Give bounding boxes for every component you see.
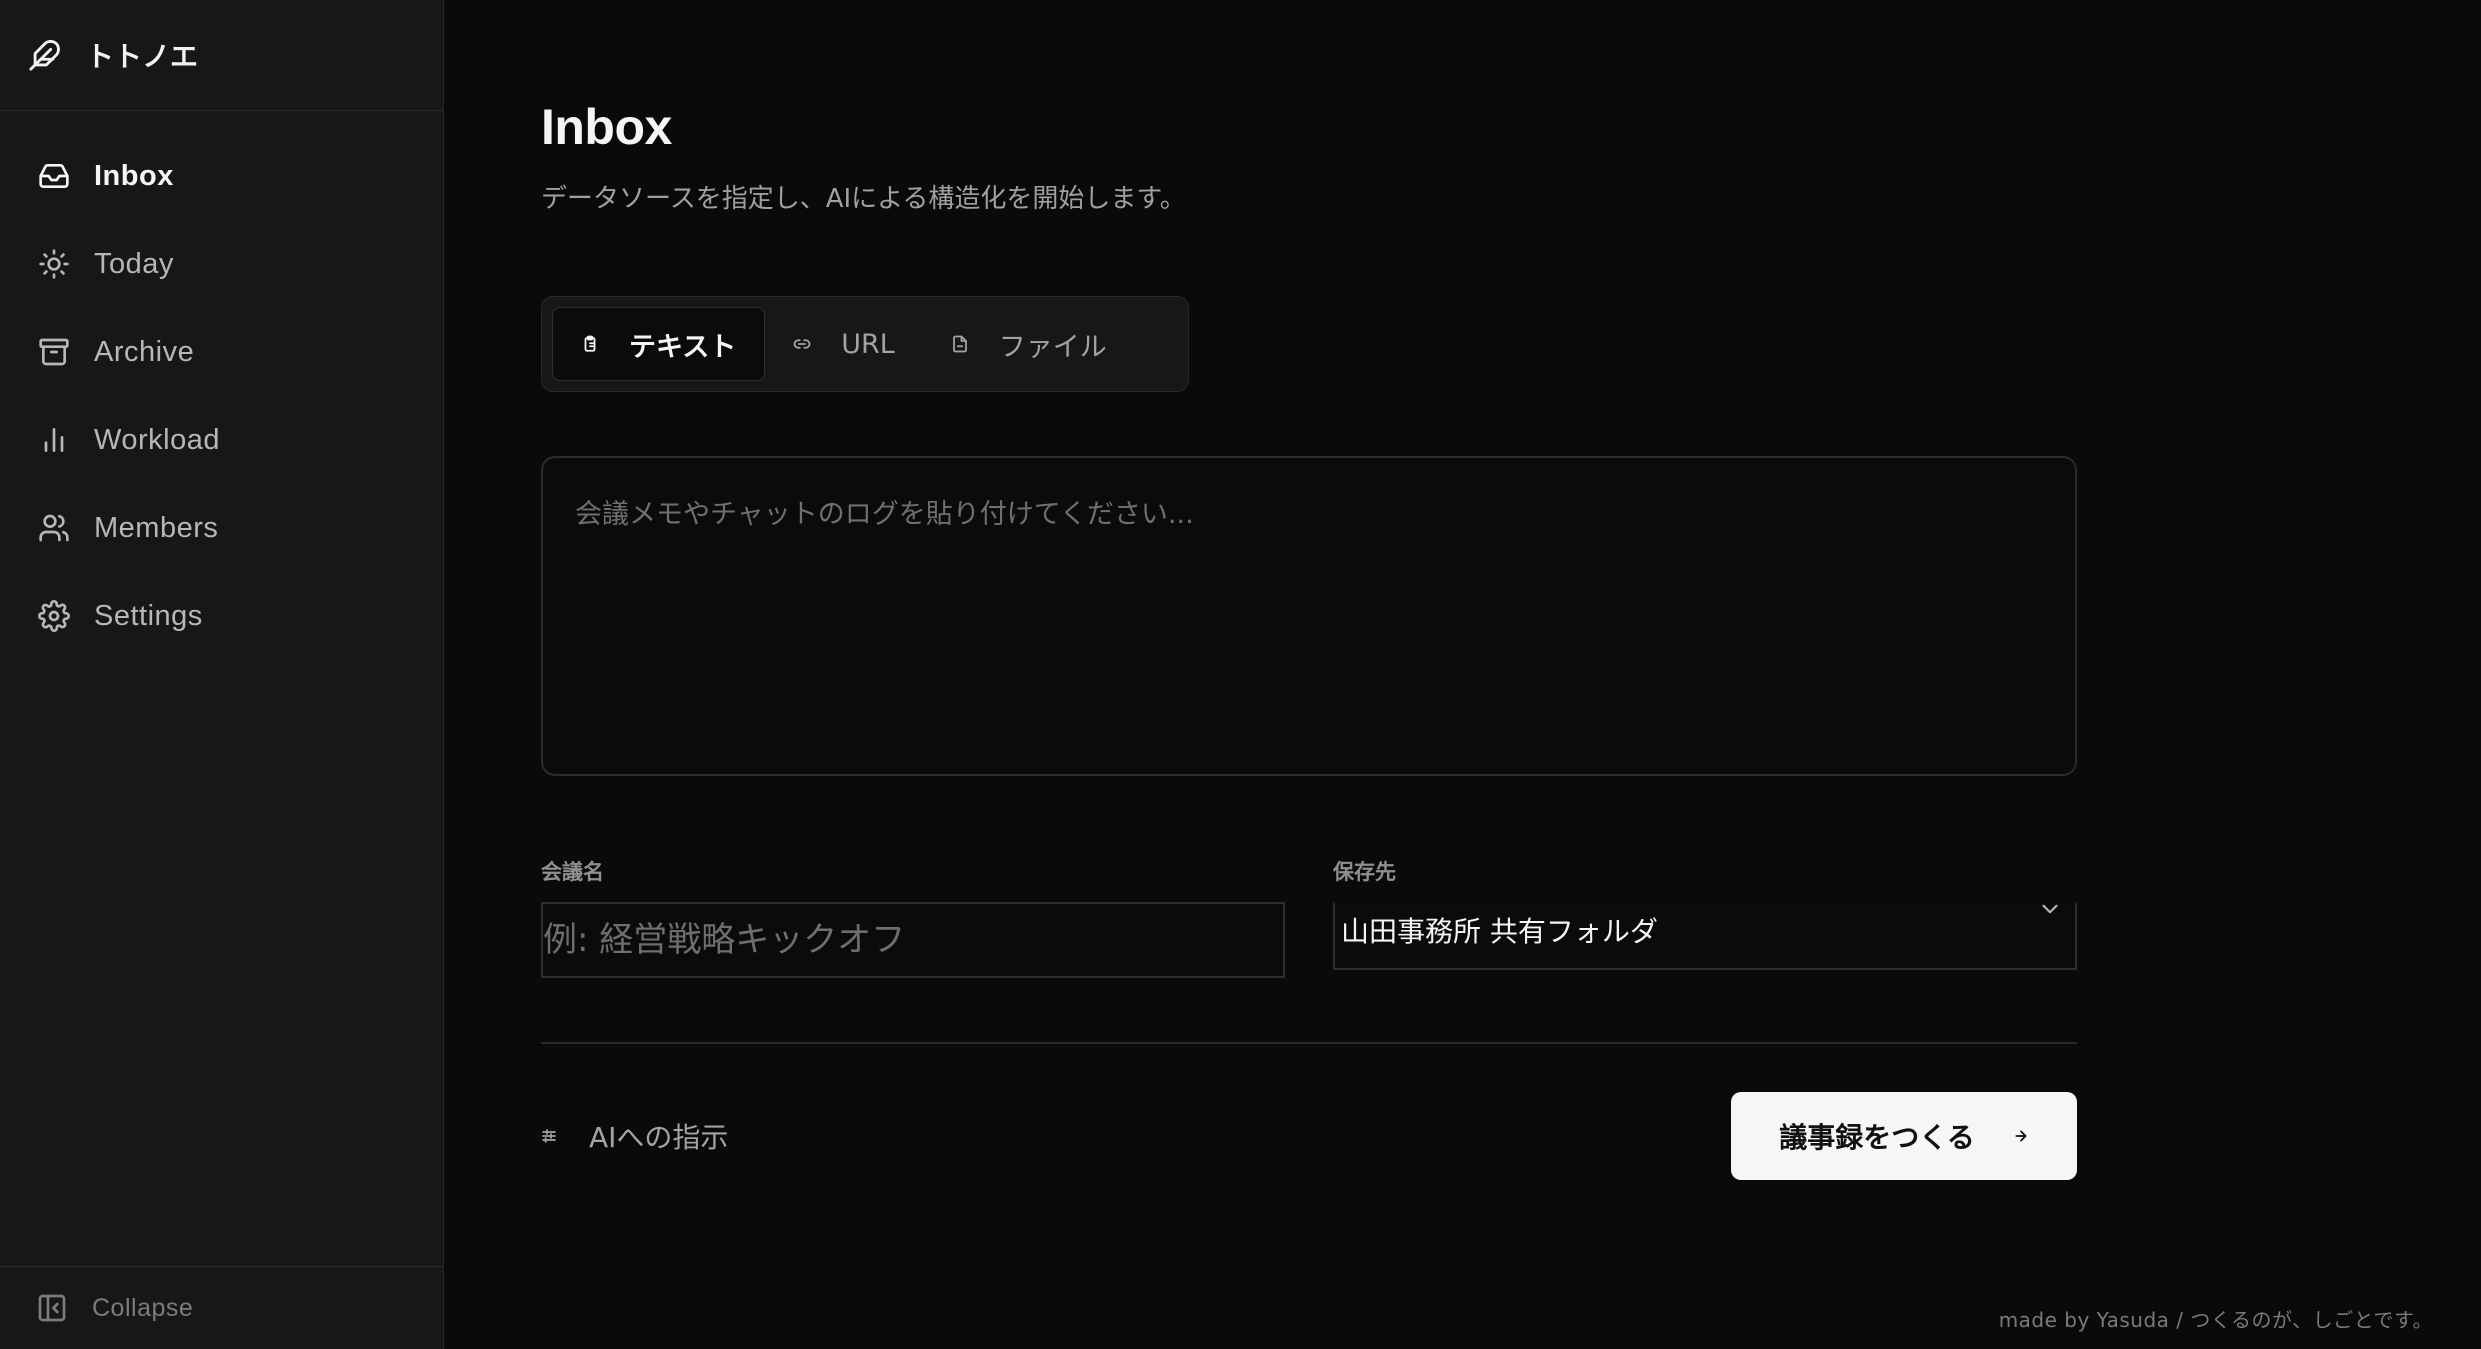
sidebar-item-label: Workload bbox=[94, 423, 220, 456]
sidebar-item-label: Today bbox=[94, 247, 174, 280]
clipboard-icon bbox=[581, 335, 599, 353]
users-icon bbox=[38, 512, 70, 544]
meeting-name-field[interactable] bbox=[541, 902, 1285, 978]
chevron-down-icon bbox=[2037, 896, 2063, 922]
sidebar-item-settings[interactable]: Settings bbox=[0, 572, 443, 660]
bar-chart-icon bbox=[38, 424, 70, 456]
brand[interactable]: トトノエ bbox=[0, 0, 443, 111]
file-icon bbox=[951, 335, 969, 353]
ai-instructions-toggle[interactable]: AIへの指示 bbox=[541, 1116, 728, 1156]
sidebar-item-label: Inbox bbox=[94, 159, 174, 192]
meeting-name-label: 会議名 bbox=[541, 860, 604, 884]
divider bbox=[541, 1042, 2077, 1044]
sidebar-nav: Inbox Today Archive Workload Members Set… bbox=[0, 111, 443, 660]
log-text-input[interactable] bbox=[541, 456, 2077, 776]
gear-icon bbox=[38, 600, 70, 632]
page-subtitle: データソースを指定し、AIによる構造化を開始します。 bbox=[541, 184, 1186, 214]
sidebar-item-label: Archive bbox=[94, 335, 195, 368]
collapse-button[interactable]: Collapse bbox=[0, 1266, 443, 1349]
ai-instructions-label: AIへの指示 bbox=[589, 1121, 729, 1154]
sidebar-item-today[interactable]: Today bbox=[0, 220, 443, 308]
destination-value: 山田事務所 共有フォルダ bbox=[1341, 915, 1658, 948]
sidebar-collapse-icon bbox=[36, 1292, 68, 1324]
sidebar-item-inbox[interactable]: Inbox bbox=[0, 132, 443, 220]
create-minutes-label: 議事録をつくる bbox=[1779, 1121, 1975, 1154]
feather-icon bbox=[28, 38, 62, 72]
sliders-icon bbox=[541, 1128, 557, 1144]
link-icon bbox=[793, 335, 811, 353]
tab-label: テキスト bbox=[629, 331, 737, 363]
sidebar: トトノエ Inbox Today Archive Workload Member… bbox=[0, 0, 444, 1349]
tab-file[interactable]: ファイル bbox=[923, 307, 1135, 381]
app-name: トトノエ bbox=[86, 40, 199, 73]
sidebar-item-workload[interactable]: Workload bbox=[0, 396, 443, 484]
page-title: Inbox bbox=[541, 99, 672, 155]
tab-url[interactable]: URL bbox=[765, 307, 923, 381]
arrow-right-icon bbox=[2013, 1128, 2029, 1144]
inbox-icon bbox=[38, 160, 70, 192]
tab-text[interactable]: テキスト bbox=[552, 307, 766, 381]
sidebar-item-members[interactable]: Members bbox=[0, 484, 443, 572]
sun-icon bbox=[38, 248, 70, 280]
footer-credit: made by Yasuda / つくるのが、しごとです。 bbox=[1998, 1308, 2433, 1332]
tab-label: URL bbox=[841, 328, 895, 360]
destination-label: 保存先 bbox=[1333, 860, 1396, 884]
sidebar-item-archive[interactable]: Archive bbox=[0, 308, 443, 396]
sidebar-item-label: Settings bbox=[94, 599, 203, 632]
archive-icon bbox=[38, 336, 70, 368]
sidebar-item-label: Members bbox=[94, 511, 219, 544]
source-tabs: テキスト URL ファイル bbox=[541, 296, 1189, 392]
destination-select[interactable]: 山田事務所 共有フォルダ bbox=[1333, 902, 2077, 970]
tab-label: ファイル bbox=[998, 331, 1107, 363]
create-minutes-button[interactable]: 議事録をつくる bbox=[1731, 1092, 2077, 1180]
collapse-label: Collapse bbox=[92, 1293, 194, 1322]
